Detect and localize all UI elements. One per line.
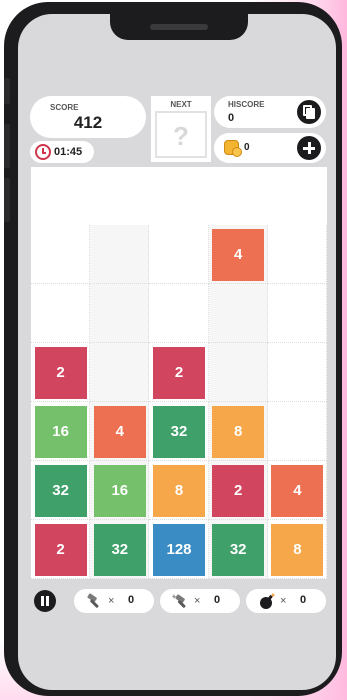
- grid-cell[interactable]: [267, 225, 327, 284]
- next-label: NEXT: [170, 100, 192, 109]
- leaderboard-button[interactable]: [297, 100, 321, 124]
- add-coins-button[interactable]: [297, 136, 321, 160]
- grid-cell[interactable]: [31, 284, 91, 343]
- bomb-powerup-button[interactable]: × 0: [246, 589, 326, 613]
- timer-value: 01:45: [54, 146, 83, 158]
- grid-cell[interactable]: [90, 343, 150, 402]
- number-tile: 32: [34, 464, 87, 517]
- number-tile: 2: [34, 523, 87, 576]
- pause-icon: [41, 596, 44, 606]
- powerup-times: ×: [194, 595, 201, 607]
- score-panel: SCORE 412: [30, 96, 146, 138]
- grid-cell[interactable]: [149, 284, 209, 343]
- number-tile: 4: [212, 228, 265, 281]
- number-tile: 4: [271, 464, 324, 517]
- grid-cell[interactable]: [208, 284, 268, 343]
- number-tile: 2: [212, 464, 265, 517]
- number-tile: 2: [34, 346, 87, 399]
- grid-cell[interactable]: [267, 343, 327, 402]
- grid-cell[interactable]: [267, 402, 327, 461]
- next-panel: NEXT ?: [151, 96, 211, 162]
- bomb-count: 0: [300, 594, 307, 606]
- number-tile: 16: [34, 405, 87, 458]
- hammer-count: 0: [128, 594, 135, 606]
- leaderboard-icon-front: [306, 108, 315, 119]
- grid-cell[interactable]: [90, 225, 150, 284]
- number-tile: 16: [93, 464, 146, 517]
- side-button: [4, 78, 10, 104]
- speaker: [150, 24, 208, 30]
- hiscore-value: 0: [228, 112, 235, 124]
- number-tile: 2: [153, 346, 205, 399]
- hammer-icon: [87, 593, 99, 608]
- hiscore-panel: HISCORE 0: [214, 96, 326, 128]
- number-tile: 32: [153, 405, 205, 458]
- notch: [110, 14, 248, 40]
- coins-panel: 0: [214, 133, 326, 163]
- phone-frame: SCORE 412 01:45 NEXT ? HISCORE 0 0 4 2 2…: [4, 2, 342, 696]
- pause-button[interactable]: [34, 590, 56, 612]
- score-label: SCORE: [50, 103, 79, 112]
- tile-grid[interactable]: 4 2 2 16 4 32 8 32 16 8 2 4 2 32 128 32 8: [31, 225, 327, 579]
- powerup-times: ×: [280, 595, 287, 607]
- magic-hammer-icon: [172, 594, 186, 608]
- grid-cell[interactable]: [149, 225, 209, 284]
- coins-icon: [224, 140, 242, 157]
- pause-icon-bar: [46, 596, 49, 606]
- hiscore-label: HISCORE: [228, 100, 265, 109]
- hammer-powerup-button[interactable]: × 0: [74, 589, 154, 613]
- bomb-icon: [260, 593, 275, 609]
- number-tile: 4: [93, 405, 146, 458]
- number-tile: 8: [153, 464, 205, 517]
- grid-cell[interactable]: [208, 343, 268, 402]
- score-value: 412: [73, 113, 103, 132]
- grid-cell[interactable]: [267, 284, 327, 343]
- number-tile: 8: [271, 523, 324, 576]
- side-button: [4, 178, 10, 222]
- side-button: [4, 124, 10, 168]
- grid-cell[interactable]: [90, 284, 150, 343]
- number-tile: 32: [93, 523, 146, 576]
- game-screen: SCORE 412 01:45 NEXT ? HISCORE 0 0 4 2 2…: [18, 14, 336, 690]
- next-tile-slot: ?: [155, 111, 207, 158]
- powerup-times: ×: [108, 595, 115, 607]
- timer-panel: 01:45: [30, 141, 94, 163]
- magic-hammer-powerup-button[interactable]: × 0: [160, 589, 240, 613]
- clock-icon: [35, 144, 51, 160]
- number-tile: 32: [212, 523, 265, 576]
- grid-cell[interactable]: [31, 225, 91, 284]
- drop-zone[interactable]: [31, 167, 327, 225]
- number-tile: 128: [153, 523, 205, 576]
- plus-icon-vertical: [308, 142, 311, 154]
- magic-hammer-count: 0: [214, 594, 221, 606]
- number-tile: 8: [212, 405, 265, 458]
- next-tile-unknown: ?: [173, 121, 189, 151]
- coins-value: 0: [244, 142, 250, 153]
- game-board[interactable]: 4 2 2 16 4 32 8 32 16 8 2 4 2 32 128 32 8: [31, 167, 327, 579]
